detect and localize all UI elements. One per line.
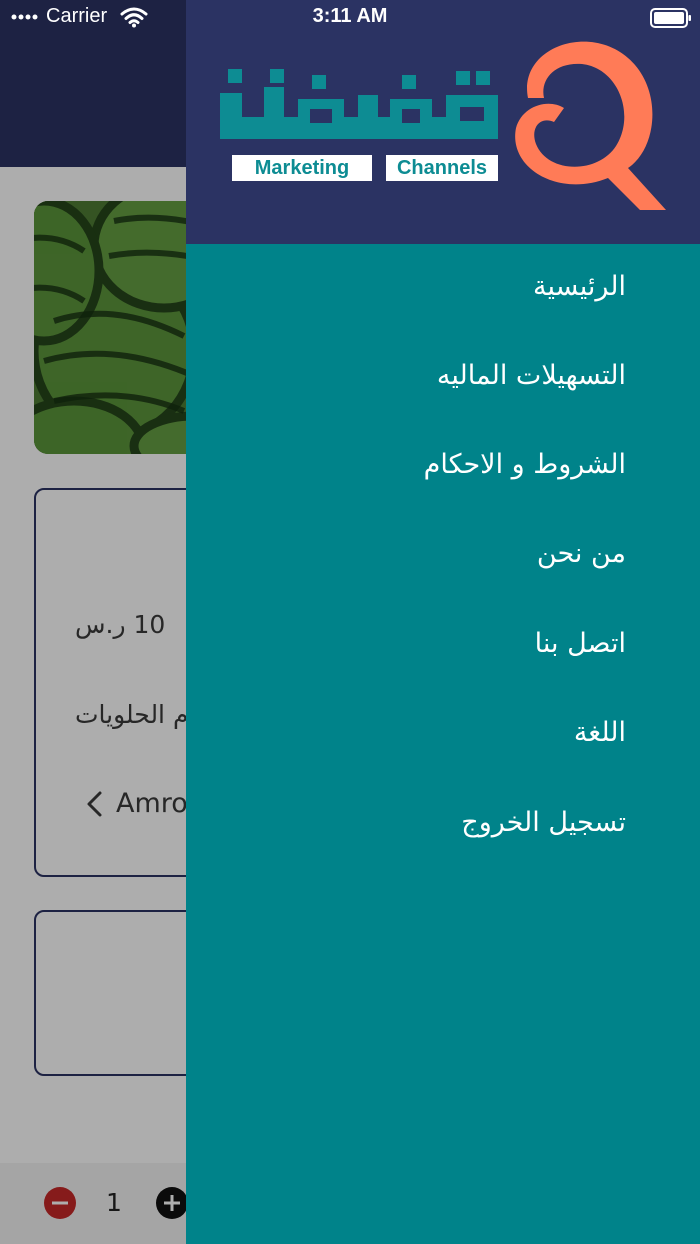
menu-item-home[interactable]: الرئيسية xyxy=(533,271,626,311)
status-time: 3:11 AM xyxy=(312,5,388,27)
logo-text-channels: Channels xyxy=(386,155,498,181)
menu-item-logout[interactable]: تسجيل الخروج xyxy=(461,807,626,847)
menu-item-terms[interactable]: الشروط و الاحكام xyxy=(424,449,626,489)
battery-icon xyxy=(650,8,691,28)
status-bar: Carrier 3:11 AM xyxy=(0,0,700,34)
menu-item-financing[interactable]: التسهيلات الماليه xyxy=(437,360,626,400)
logo-arabic-wordmark xyxy=(220,69,498,139)
menu-item-language[interactable]: اللغة xyxy=(574,717,626,757)
drawer-header: Marketing Channels xyxy=(186,0,700,244)
app-logo: Marketing Channels xyxy=(218,28,670,214)
menu-item-about[interactable]: من نحن xyxy=(537,538,626,578)
logo-text-marketing: Marketing xyxy=(232,155,372,181)
menu-item-contact[interactable]: اتصل بنا xyxy=(535,628,626,668)
navigation-drawer: Marketing Channels الرئيسية التسهيلات ال… xyxy=(186,0,700,1244)
logo-q-mark xyxy=(515,41,666,210)
